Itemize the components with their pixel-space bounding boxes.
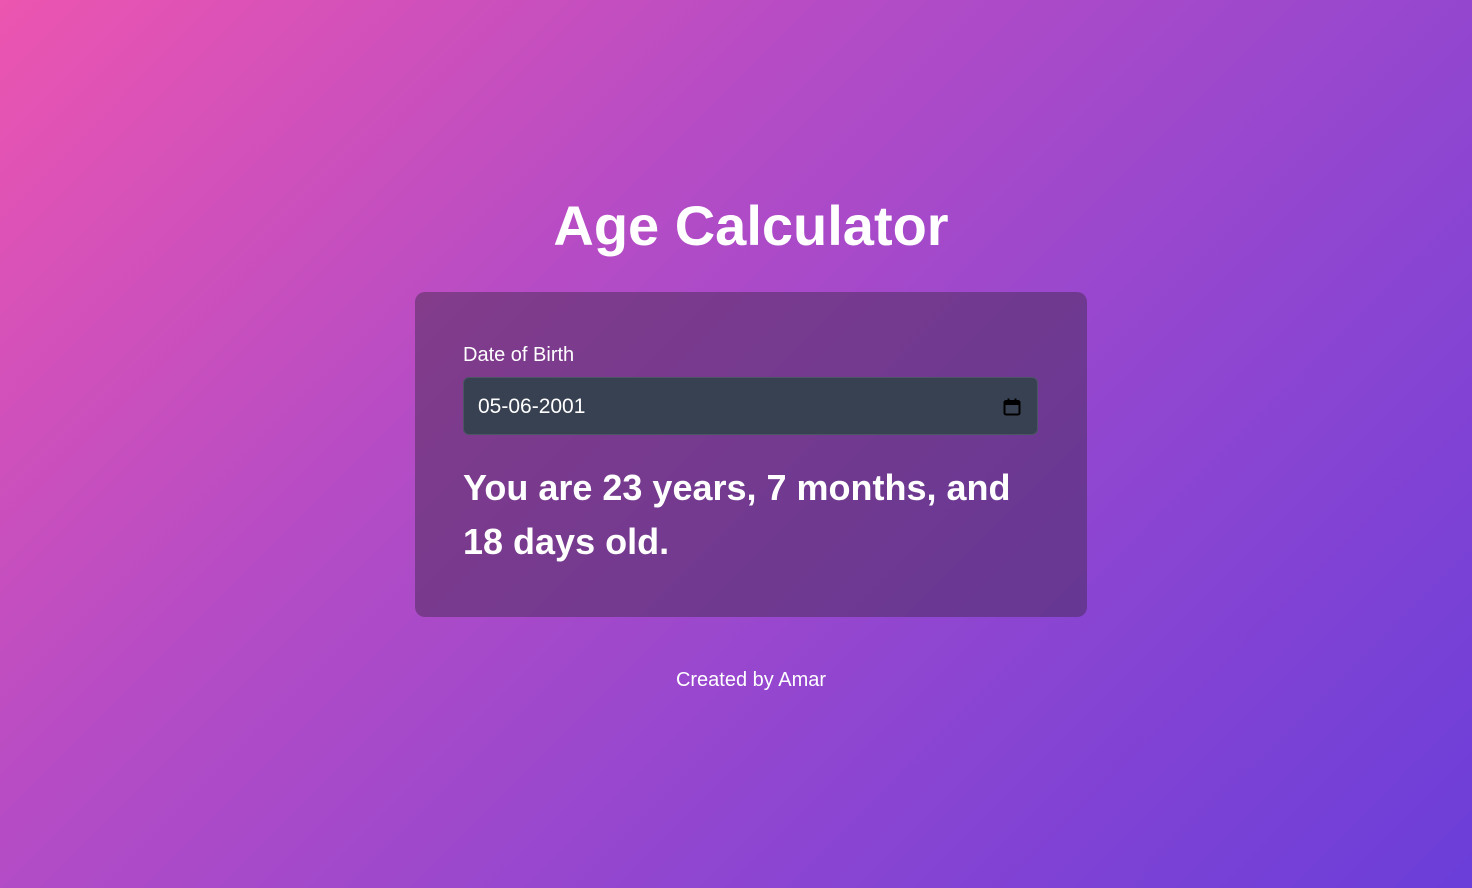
age-result: You are 23 years, 7 months, and 18 days … <box>463 467 1011 562</box>
dob-date-value[interactable]: 05-06-2001 <box>478 378 585 436</box>
dob-date-input[interactable]: 05-06-2001 <box>463 377 1038 435</box>
page-title: Age Calculator <box>553 194 949 257</box>
dob-label: Date of Birth <box>463 344 575 366</box>
calculator-card: Date of Birth 05-06-2001 You are 23 year… <box>415 292 1087 617</box>
calendar-icon[interactable] <box>1003 398 1021 416</box>
footer-credit: Created by Amar <box>675 669 827 691</box>
